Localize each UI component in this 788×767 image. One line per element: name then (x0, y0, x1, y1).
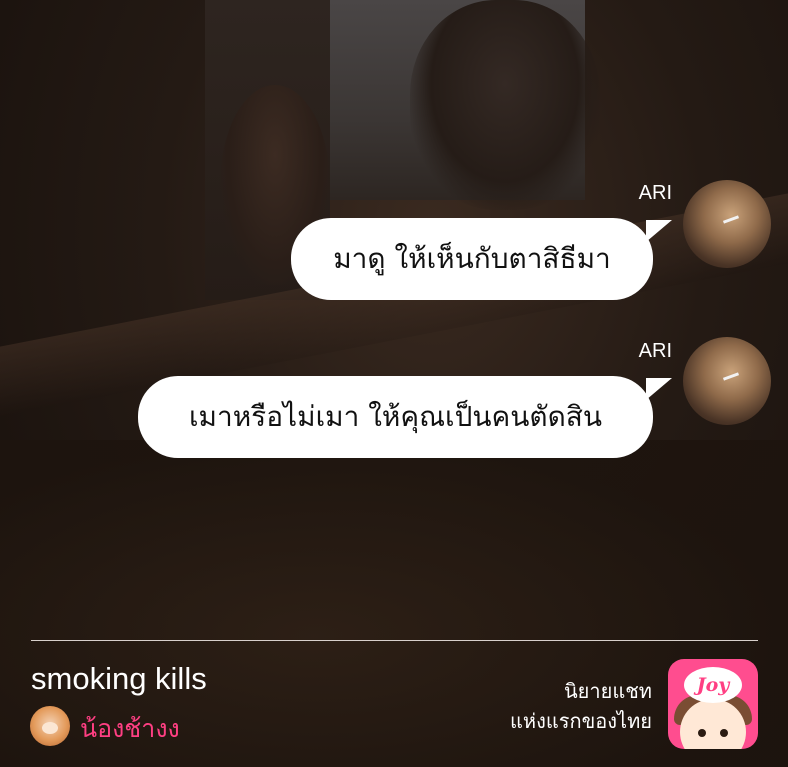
author-avatar-icon[interactable] (30, 706, 70, 746)
joy-app-logo-icon[interactable]: Joy (668, 659, 758, 749)
message-sender-name: ARI (638, 182, 672, 204)
logo-eye-left (698, 729, 706, 737)
logo-speech-bubble: Joy (684, 667, 742, 703)
app-tagline: นิยายแชท แห่งแรกของไทย (510, 676, 652, 736)
chat-story-screen: ARI มาดู ให้เห็นกับตาสิธีมา ARI เมาหรือไ… (0, 0, 788, 767)
message-bubble[interactable]: มาดู ให้เห็นกับตาสิธีมา (291, 218, 653, 300)
message-text: มาดู ให้เห็นกับตาสิธีมา (333, 242, 611, 275)
story-title[interactable]: smoking kills (31, 661, 207, 697)
message-bubble[interactable]: เมาหรือไม่เมา ให้คุณเป็นคนตัดสิน (138, 376, 653, 458)
tagline-line-1: นิยายแชท (564, 679, 652, 703)
sender-avatar-icon[interactable] (683, 337, 771, 425)
tagline-line-2: แห่งแรกของไทย (510, 709, 652, 733)
bubble-tail (646, 378, 672, 400)
author-name[interactable]: น้องช้างง (80, 709, 180, 749)
message-sender-name: ARI (638, 340, 672, 362)
background-figure-right (410, 0, 600, 210)
logo-eye-right (720, 729, 728, 737)
message-text: เมาหรือไม่เมา ให้คุณเป็นคนตัดสิน (188, 400, 603, 433)
bubble-tail (646, 220, 672, 242)
sender-avatar-icon[interactable] (683, 180, 771, 268)
footer-divider (31, 640, 758, 641)
